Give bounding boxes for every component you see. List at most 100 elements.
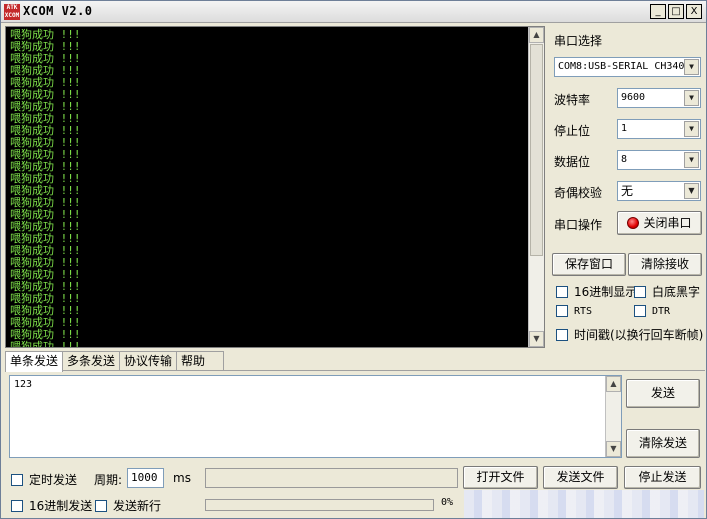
data-bits-value: 8: [621, 154, 628, 165]
stop-bits-value: 1: [621, 123, 628, 134]
file-path-box[interactable]: [205, 468, 458, 488]
window-title: XCOM V2.0: [23, 4, 93, 18]
save-window-button[interactable]: 保存窗口: [552, 253, 626, 276]
parity-value: 无: [621, 184, 634, 198]
scroll-up-icon[interactable]: ▲: [529, 27, 544, 43]
port-status-lamp-icon: [627, 217, 640, 229]
scroll-down-icon[interactable]: ▼: [606, 441, 621, 457]
receive-line: 喂狗成功 !!!: [10, 76, 81, 89]
send-textarea[interactable]: 123 ▲ ▼: [9, 375, 622, 458]
stop-bits-label: 停止位: [554, 124, 591, 138]
send-newline-label: 发送新行: [113, 499, 162, 513]
rts-label: RTS: [574, 305, 593, 317]
period-label: 周期:: [94, 473, 123, 487]
send-progress-bar: [205, 499, 434, 511]
maximize-button[interactable]: □: [668, 4, 684, 19]
title-bar[interactable]: ATK XCOM XCOM V2.0 _ □ X: [1, 1, 706, 23]
hex-display-label: 16进制显示: [574, 285, 638, 299]
receive-line: 喂狗成功 !!!: [10, 208, 81, 221]
scroll-thumb[interactable]: [530, 44, 543, 256]
parity-select[interactable]: 无 ▼: [617, 181, 701, 201]
white-bg-checkbox-row[interactable]: 白底黑字: [634, 283, 700, 300]
blurred-watermark: [464, 490, 704, 518]
receive-line: 喂狗成功 !!!: [10, 148, 81, 161]
dtr-checkbox-row[interactable]: DTR: [634, 305, 670, 317]
clear-send-button[interactable]: 清除发送: [626, 429, 700, 458]
xcom-window: ATK XCOM XCOM V2.0 _ □ X 喂狗成功 !!! 喂狗成功 !!!…: [0, 0, 707, 519]
send-newline-checkbox-row[interactable]: 发送新行: [95, 497, 161, 514]
progress-text: 0%: [441, 497, 454, 508]
scroll-down-icon[interactable]: ▼: [529, 331, 544, 347]
receive-line: 喂狗成功 !!!: [10, 52, 81, 65]
chevron-down-icon[interactable]: ▼: [684, 121, 699, 137]
chevron-down-icon[interactable]: ▼: [684, 152, 699, 168]
hex-send-label: 16进制发送: [29, 499, 93, 513]
white-bg-label: 白底黑字: [652, 285, 701, 299]
clear-receive-button[interactable]: 清除接收: [628, 253, 702, 276]
timed-send-checkbox[interactable]: [11, 473, 23, 486]
receive-line: 喂狗成功 !!!: [10, 88, 81, 101]
timed-send-label: 定时发送: [29, 473, 78, 487]
rts-checkbox-row[interactable]: RTS: [556, 305, 592, 317]
app-logo-icon: ATK XCOM: [4, 4, 20, 20]
hex-send-checkbox[interactable]: [11, 499, 23, 512]
receive-line: 喂狗成功 !!!: [10, 40, 81, 53]
receive-line: 喂狗成功 !!!: [10, 256, 81, 269]
tab-single-send[interactable]: 单条发送: [5, 351, 64, 372]
send-file-button[interactable]: 发送文件: [543, 466, 618, 489]
receive-line: 喂狗成功 !!!: [10, 124, 81, 137]
timestamp-checkbox-row[interactable]: 时间戳(以换行回车断帧): [556, 326, 703, 343]
receive-line: 喂狗成功 !!!: [10, 304, 81, 317]
receive-line: 喂狗成功 !!!: [10, 292, 81, 305]
receive-line: 喂狗成功 !!!: [10, 64, 81, 77]
hex-send-checkbox-row[interactable]: 16进制发送: [11, 497, 92, 514]
receive-line: 喂狗成功 !!!: [10, 232, 81, 245]
receive-line: 喂狗成功 !!!: [10, 340, 81, 348]
open-file-button[interactable]: 打开文件: [463, 466, 538, 489]
receive-scrollbar[interactable]: ▲ ▼: [528, 27, 544, 347]
chevron-down-icon[interactable]: ▼: [684, 59, 699, 75]
data-bits-select[interactable]: 8 ▼: [617, 150, 701, 170]
port-operation-label: 串口操作: [554, 218, 603, 232]
send-newline-checkbox[interactable]: [95, 499, 107, 512]
tab-multi-send[interactable]: 多条发送: [62, 351, 121, 371]
receive-line: 喂狗成功 !!!: [10, 220, 81, 233]
dtr-label: DTR: [652, 305, 671, 317]
send-button[interactable]: 发送: [626, 379, 700, 408]
receive-line: 喂狗成功 !!!: [10, 28, 81, 41]
stop-bits-select[interactable]: 1 ▼: [617, 119, 701, 139]
minimize-button[interactable]: _: [650, 4, 666, 19]
dtr-checkbox[interactable]: [634, 305, 646, 317]
tab-protocol[interactable]: 协议传输: [119, 351, 178, 371]
receive-line: 喂狗成功 !!!: [10, 112, 81, 125]
receive-line: 喂狗成功 !!!: [10, 184, 81, 197]
baud-select[interactable]: 9600 ▼: [617, 88, 701, 108]
close-port-button[interactable]: 关闭串口: [617, 211, 702, 235]
receive-line: 喂狗成功 !!!: [10, 280, 81, 293]
tab-help[interactable]: 帮助: [176, 351, 225, 371]
receive-line: 喂狗成功 !!!: [10, 160, 81, 173]
close-port-label: 关闭串口: [643, 216, 692, 230]
stop-send-button[interactable]: 停止发送: [624, 466, 701, 489]
receive-line: 喂狗成功 !!!: [10, 100, 81, 113]
rts-checkbox[interactable]: [556, 305, 568, 317]
chevron-down-icon[interactable]: ▼: [684, 90, 699, 106]
receive-line: 喂狗成功 !!!: [10, 172, 81, 185]
timed-send-checkbox-row[interactable]: 定时发送: [11, 471, 77, 488]
send-scrollbar[interactable]: ▲ ▼: [605, 376, 621, 457]
hex-display-checkbox[interactable]: [556, 285, 568, 298]
tab-divider: [5, 370, 705, 371]
period-input[interactable]: 1000: [127, 468, 164, 488]
timestamp-label: 时间戳(以换行回车断帧): [574, 328, 704, 342]
hex-display-checkbox-row[interactable]: 16进制显示: [556, 283, 637, 300]
port-label: 串口选择: [554, 34, 603, 48]
port-select[interactable]: COM8:USB-SERIAL CH340 ▼: [554, 57, 701, 77]
receive-line: 喂狗成功 !!!: [10, 196, 81, 209]
timestamp-checkbox[interactable]: [556, 328, 568, 341]
chevron-down-icon[interactable]: ▼: [684, 183, 699, 199]
white-bg-checkbox[interactable]: [634, 285, 646, 298]
scroll-up-icon[interactable]: ▲: [606, 376, 621, 392]
receive-area[interactable]: 喂狗成功 !!! 喂狗成功 !!! 喂狗成功 !!! 喂狗成功 !!! 喂狗成功 !!!…: [5, 26, 545, 348]
close-button[interactable]: X: [686, 4, 702, 19]
receive-line: 喂狗成功 !!!: [10, 136, 81, 149]
